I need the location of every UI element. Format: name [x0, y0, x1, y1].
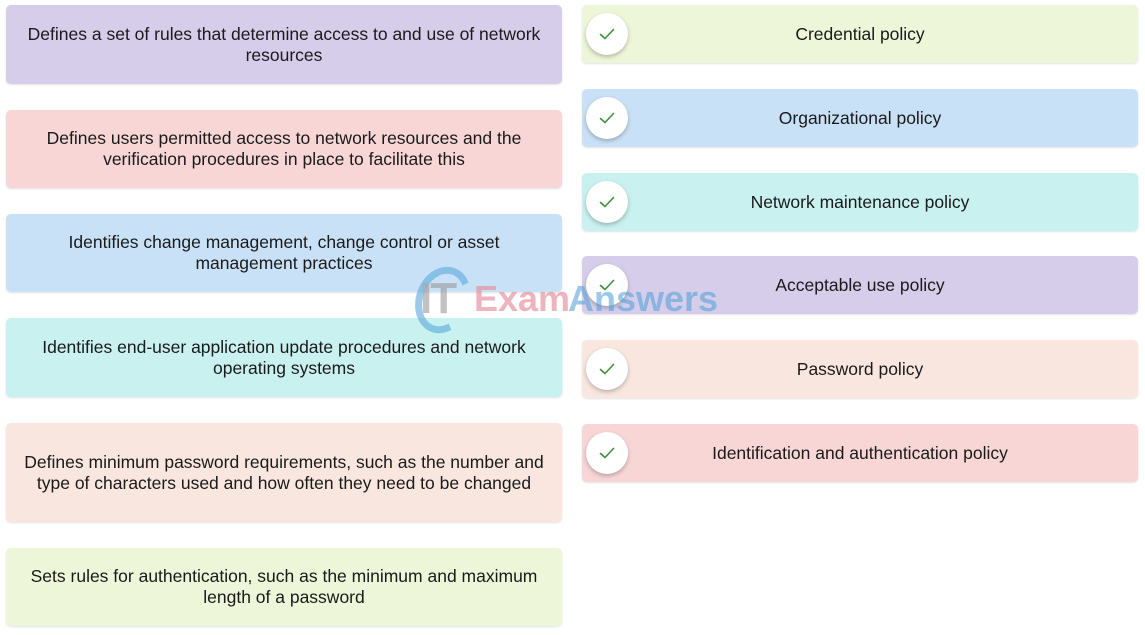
prompt-item: Defines a set of rules that determine ac…	[6, 5, 562, 84]
answer-item-organizational-policy[interactable]: Organizational policy	[582, 89, 1138, 147]
prompt-text: Defines minimum password requirements, s…	[24, 451, 544, 493]
check-icon	[586, 181, 628, 223]
answer-item-acceptable-use-policy[interactable]: Acceptable use policy	[582, 256, 1138, 314]
prompt-text: Identifies change management, change con…	[68, 232, 500, 273]
prompt-text: Sets rules for authentication, such as t…	[30, 566, 538, 607]
prompt-item: Sets rules for authentication, such as t…	[6, 548, 562, 626]
answer-item-credential-policy[interactable]: Credential policy	[582, 5, 1138, 63]
answer-label: Password policy	[796, 358, 924, 379]
answer-label: Credential policy	[795, 23, 925, 44]
prompt-text: Defines a set of rules that determine ac…	[27, 23, 541, 65]
prompt-text: Identifies end-user application update p…	[42, 336, 526, 378]
check-icon	[586, 432, 628, 474]
prompt-item: Defines minimum password requirements, s…	[6, 423, 562, 522]
answer-item-password-policy[interactable]: Password policy	[582, 340, 1138, 398]
prompt-item: Identifies change management, change con…	[6, 214, 562, 292]
check-icon	[586, 264, 628, 306]
answer-label: Identification and authentication policy	[712, 442, 1008, 463]
prompt-item: Identifies end-user application update p…	[6, 318, 562, 397]
matching-activity: Defines a set of rules that determine ac…	[0, 0, 1145, 635]
answer-label: Organizational policy	[778, 107, 942, 128]
answer-label: Acceptable use policy	[775, 274, 945, 295]
check-icon	[586, 13, 628, 55]
check-icon	[586, 348, 628, 390]
answer-item-identification-authentication-policy[interactable]: Identification and authentication policy	[582, 424, 1138, 482]
check-icon	[586, 97, 628, 139]
answer-label: Network maintenance policy	[750, 191, 970, 212]
answer-item-network-maintenance-policy[interactable]: Network maintenance policy	[582, 173, 1138, 231]
prompt-item: Defines users permitted access to networ…	[6, 110, 562, 188]
prompt-text: Defines users permitted access to networ…	[46, 128, 522, 169]
